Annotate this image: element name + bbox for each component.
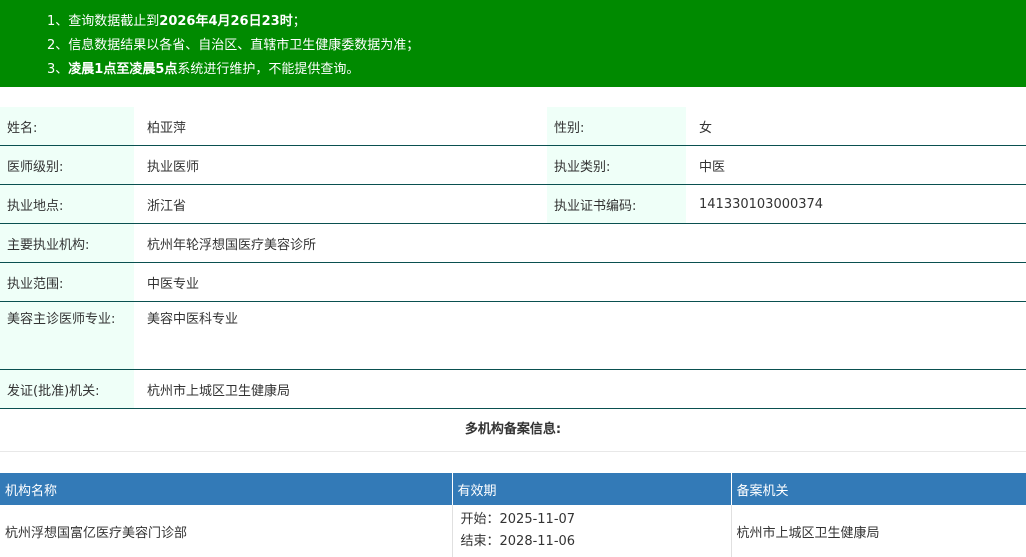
category-value: 中医 (686, 145, 1026, 185)
level-label: 医师级别: (0, 145, 134, 185)
notice-line-2: 2、信息数据结果以各省、自治区、直辖市卫生健康委数据为准； (47, 38, 420, 53)
info-row-cosmetic: 美容主诊医师专业: 美容中医科专业 (0, 301, 1026, 370)
validity-end: 结束：2028-11-06 (460, 534, 576, 549)
org-value: 杭州年轮浮想国医疗美容诊所 (134, 223, 1026, 263)
info-row-level: 医师级别: 执业医师 执业类别: 中医 (0, 145, 1026, 185)
info-row-name: 姓名: 柏亚萍 性别: 女 (0, 107, 1026, 146)
info-row-org: 主要执业机构: 杭州年轮浮想国医疗美容诊所 (0, 223, 1026, 263)
notice-line-1: 1、查询数据截止到2026年4月26日23时； (47, 14, 306, 29)
header-validity: 有效期 (452, 473, 732, 505)
doctor-info-table: 姓名: 柏亚萍 性别: 女 医师级别: 执业医师 执业类别: 中医 执业地点: … (0, 107, 1026, 409)
cert-value: 141330103000374 (686, 184, 1026, 224)
category-label: 执业类别: (547, 145, 686, 185)
validity-start: 开始：2025-11-07 (460, 512, 576, 527)
info-row-issuer: 发证(批准)机关: 杭州市上城区卫生健康局 (0, 369, 1026, 409)
gender-label: 性别: (547, 107, 686, 146)
scope-value: 中医专业 (134, 262, 1026, 302)
name-label: 姓名: (0, 107, 134, 146)
info-row-scope: 执业范围: 中医专业 (0, 262, 1026, 302)
cosmetic-label: 美容主诊医师专业: (0, 301, 134, 370)
header-org-name: 机构名称 (0, 473, 453, 505)
org-label: 主要执业机构: (0, 223, 134, 263)
notice-line-3: 3、凌晨1点至凌晨5点系统进行维护，不能提供查询。 (47, 62, 360, 77)
multi-org-title: 多机构备案信息: (0, 409, 1026, 452)
multi-org-table: 机构名称 有效期 备案机关 杭州浮想国富亿医疗美容门诊部 开始：2025-11-… (0, 473, 1026, 557)
multi-org-header: 机构名称 有效期 备案机关 (0, 473, 1026, 505)
level-value: 执业医师 (134, 145, 547, 185)
name-value: 柏亚萍 (134, 107, 547, 146)
row-validity: 开始：2025-11-07 结束：2028-11-06 (452, 505, 732, 557)
gender-value: 女 (686, 107, 1026, 146)
header-authority: 备案机关 (731, 473, 1026, 505)
location-label: 执业地点: (0, 184, 134, 224)
location-value: 浙江省 (134, 184, 547, 224)
scope-label: 执业范围: (0, 262, 134, 302)
info-row-location: 执业地点: 浙江省 执业证书编码: 141330103000374 (0, 184, 1026, 224)
table-row: 杭州浮想国富亿医疗美容门诊部 开始：2025-11-07 结束：2028-11-… (0, 505, 1026, 557)
issuer-value: 杭州市上城区卫生健康局 (134, 369, 1026, 409)
row-org-name: 杭州浮想国富亿医疗美容门诊部 (0, 505, 453, 557)
cert-label: 执业证书编码: (547, 184, 686, 224)
row-authority: 杭州市上城区卫生健康局 (736, 525, 880, 541)
issuer-label: 发证(批准)机关: (0, 369, 134, 409)
cosmetic-value: 美容中医科专业 (134, 301, 1026, 370)
notice-banner: 1、查询数据截止到2026年4月26日23时； 2、信息数据结果以各省、自治区、… (0, 0, 1026, 87)
